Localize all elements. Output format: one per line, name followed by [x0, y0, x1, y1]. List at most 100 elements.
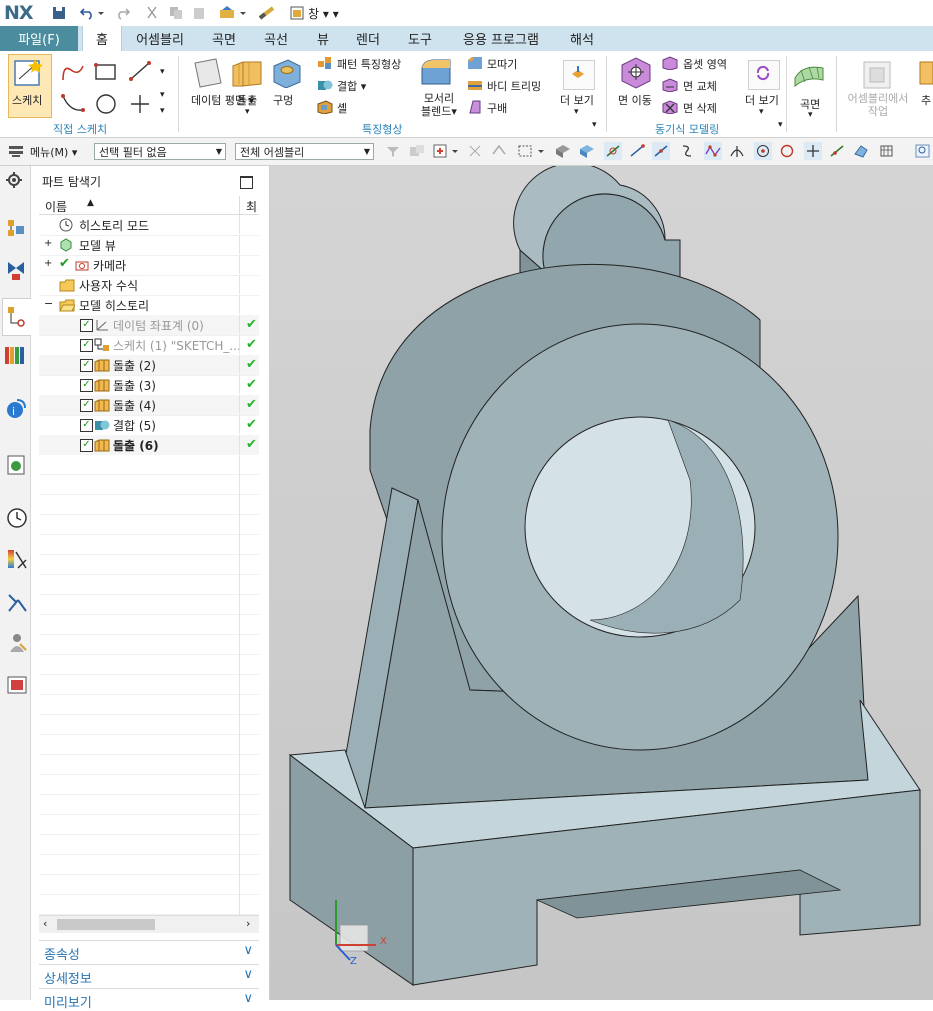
feature-group-dropdown[interactable]: ▾	[592, 120, 597, 130]
sketch-more-dropdown-2[interactable]: ▾	[160, 90, 165, 100]
tab-tools[interactable]: 도구	[402, 26, 438, 51]
edge-blend-icon[interactable]	[420, 56, 452, 91]
draft-icon[interactable]	[467, 100, 483, 117]
add-component-label[interactable]: 추	[921, 92, 931, 108]
snap-line-icon[interactable]	[628, 142, 646, 160]
undo-icon[interactable]	[78, 4, 96, 22]
measure-icon[interactable]	[258, 4, 276, 22]
rectangle-select-dropdown[interactable]	[536, 142, 546, 160]
offset-region-icon[interactable]	[662, 56, 678, 73]
history-palette-icon[interactable]	[6, 454, 26, 479]
visibility-checkbox[interactable]: ✓	[80, 379, 93, 392]
extrude-label[interactable]: 돌출	[237, 92, 257, 108]
rectangle-select-icon[interactable]	[516, 142, 534, 160]
visibility-checkbox[interactable]: ✓	[80, 419, 93, 432]
shell-icon[interactable]	[317, 100, 333, 117]
snap-dropdown[interactable]	[450, 142, 460, 160]
more-features-dropdown[interactable]: ▾	[574, 107, 579, 117]
visibility-checkbox[interactable]: ✓	[80, 399, 93, 412]
visibility-checkbox[interactable]: ✓	[80, 439, 93, 452]
shell-label[interactable]: 셸	[337, 100, 347, 116]
scroll-left-icon[interactable]: ‹	[43, 917, 47, 930]
tab-analysis[interactable]: 해석	[564, 26, 600, 51]
rectangle-icon[interactable]	[94, 62, 118, 85]
assembly-scope-dropdown[interactable]: 전체 어셈블리 ▼	[235, 143, 374, 160]
tab-render[interactable]: 렌더	[350, 26, 386, 51]
hole-label[interactable]: 구멍	[273, 92, 293, 108]
profile-icon[interactable]	[60, 60, 86, 87]
assembly-navigator-icon[interactable]	[6, 218, 26, 243]
surface-dropdown[interactable]: ▾	[808, 110, 813, 120]
circle-icon[interactable]	[94, 93, 118, 118]
process-studio-icon[interactable]	[6, 592, 28, 617]
edge-blend-label[interactable]: 모서리 블렌드▾	[418, 92, 460, 118]
visibility-checkbox[interactable]: ✓	[80, 359, 93, 372]
tab-surface[interactable]: 곡면	[206, 26, 242, 51]
chamfer-label[interactable]: 모따기	[487, 56, 517, 72]
sketch-more-dropdown[interactable]: ▾	[160, 67, 165, 77]
horizontal-scrollbar[interactable]: ‹ ›	[39, 915, 259, 933]
sketch-gallery-dropdown[interactable]: ▾	[160, 106, 165, 116]
draft-label[interactable]: 구배	[487, 100, 507, 116]
tab-view[interactable]: 뷰	[310, 26, 336, 51]
menu-icon[interactable]	[8, 144, 26, 161]
graphics-window[interactable]: X Z	[270, 166, 933, 1000]
copy-icon[interactable]	[167, 4, 185, 22]
delete-face-label[interactable]: 면 삭제	[683, 100, 717, 116]
component-select-icon[interactable]	[466, 142, 484, 160]
tree-row[interactable]: ✓ 돌출 (3) ✔	[39, 375, 259, 396]
snap-curve-icon[interactable]	[678, 142, 696, 160]
body-filter-icon[interactable]	[554, 142, 572, 160]
maximize-icon[interactable]	[240, 176, 253, 189]
extrude-dropdown[interactable]: ▾	[245, 107, 250, 117]
sync-group-dropdown[interactable]: ▾	[778, 120, 783, 130]
unite-label[interactable]: 결합 ▾	[337, 78, 366, 94]
move-face-icon[interactable]	[619, 55, 653, 92]
settings-gear-icon[interactable]	[6, 172, 22, 191]
tree-row[interactable]: ✓ 스케치 (1) "SKETCH_... ✔	[39, 335, 259, 356]
collapse-icon[interactable]: −	[44, 297, 53, 310]
arc-icon[interactable]	[60, 92, 86, 117]
visibility-checkbox[interactable]: ✓	[80, 339, 93, 352]
clock-history-icon[interactable]	[6, 507, 28, 532]
visualization-icon[interactable]	[6, 548, 28, 573]
tree-row[interactable]: ✓ 데이텀 좌표계 (0) ✔	[39, 315, 259, 336]
replace-face-label[interactable]: 면 교체	[683, 78, 717, 94]
snap-midpoint-icon[interactable]	[652, 142, 670, 160]
extrude-icon[interactable]	[231, 56, 265, 93]
snap-control-point-icon[interactable]	[704, 142, 722, 160]
add-component-icon[interactable]	[918, 58, 933, 91]
window-icon[interactable]	[288, 4, 306, 22]
snap-point-on-curve-icon[interactable]	[828, 142, 846, 160]
tree-row[interactable]: 사용자 수식	[39, 275, 259, 296]
scroll-thumb[interactable]	[57, 919, 155, 930]
select-assembly-icon[interactable]	[408, 142, 426, 160]
dependencies-panel[interactable]: 종속성 ∨	[39, 940, 259, 963]
tab-curve[interactable]: 곡선	[258, 26, 294, 51]
more-sync-dropdown[interactable]: ▾	[759, 107, 764, 117]
details-panel[interactable]: 상세정보 ∨	[39, 964, 259, 987]
search-icon[interactable]	[914, 142, 932, 160]
snap-arc-center-icon[interactable]	[754, 142, 772, 160]
snap-point-on-face-icon[interactable]	[852, 142, 870, 160]
more-features-label[interactable]: 더 보기	[560, 92, 594, 108]
snap-quadrant-icon[interactable]	[778, 142, 796, 160]
delete-face-icon[interactable]	[662, 100, 678, 117]
unite-icon[interactable]	[317, 78, 333, 95]
column-name-header[interactable]: 이름	[45, 198, 67, 215]
web-browser-icon[interactable]: i	[5, 398, 27, 423]
selection-filter-dropdown[interactable]: 선택 필터 없음 ▼	[94, 143, 226, 160]
tree-row[interactable]: ✓ 결합 (5) ✔	[39, 415, 259, 436]
snap-endpoint-icon[interactable]	[604, 142, 622, 160]
window-menu[interactable]: 창 ▾ ▾	[308, 5, 339, 22]
tab-file[interactable]: 파일(F)	[0, 26, 78, 51]
line-icon[interactable]	[128, 60, 152, 85]
tree-row[interactable]: ✓ 돌출 (2) ✔	[39, 355, 259, 376]
offset-region-label[interactable]: 옵셋 영역	[683, 56, 727, 72]
hole-icon[interactable]	[272, 58, 302, 91]
redo-icon[interactable]	[114, 4, 132, 22]
tab-assembly[interactable]: 어셈블리	[130, 26, 190, 51]
trim-body-label[interactable]: 바디 트리밍	[487, 78, 541, 94]
tree-row[interactable]: + 모델 뷰	[39, 235, 259, 256]
move-face-label[interactable]: 면 이동	[618, 92, 652, 108]
